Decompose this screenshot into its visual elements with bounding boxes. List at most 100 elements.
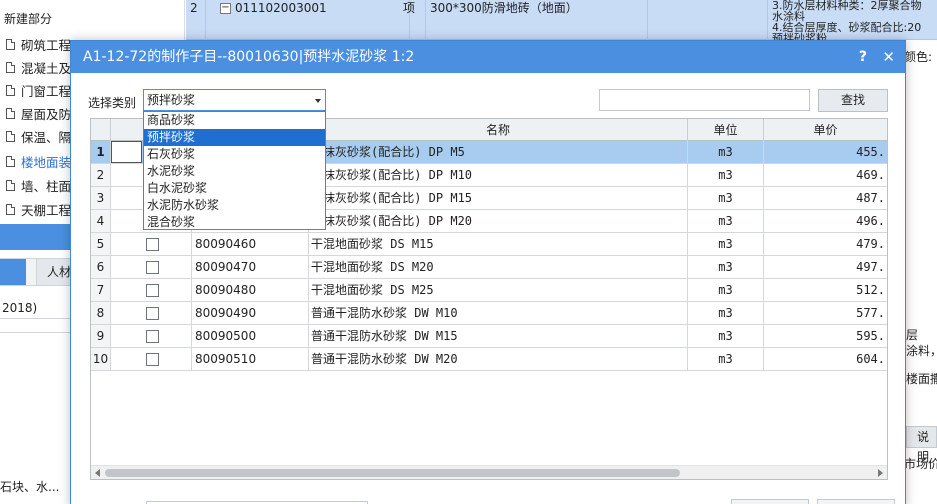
material-price: 604.	[856, 352, 885, 366]
market-price-label: 市场价	[904, 457, 937, 471]
material-unit: m3	[688, 348, 764, 370]
horizontal-scrollbar[interactable]	[91, 465, 887, 479]
right-pane-color: 颜色:	[904, 50, 933, 64]
collapse-icon[interactable]: −	[220, 3, 231, 14]
cell-editor[interactable]	[111, 141, 142, 163]
select-cell[interactable]	[111, 256, 192, 278]
material-name: 混抹灰砂浆(配合比) DP M10	[309, 164, 688, 186]
row-checkbox[interactable]	[146, 284, 159, 297]
row-checkbox[interactable]	[146, 307, 159, 320]
tab-active[interactable]	[0, 259, 26, 285]
scrollbar-thumb[interactable]	[105, 469, 680, 477]
category-option[interactable]: 白水泥砂浆	[144, 180, 325, 197]
chevron-down-icon[interactable]	[315, 99, 321, 103]
category-option[interactable]: 石灰砂浆	[144, 146, 325, 163]
header-rownum	[91, 119, 111, 141]
material-name: 混抹灰砂浆(配合比) DP M20	[309, 210, 688, 232]
search-input[interactable]	[599, 89, 810, 111]
bill-row-empty	[648, 0, 768, 40]
material-price: 512.	[856, 283, 885, 297]
tree-item[interactable]: 砌筑工程	[6, 34, 71, 54]
document-icon	[6, 107, 15, 119]
material-unit: m3	[688, 164, 764, 186]
category-option[interactable]: 商品砂浆	[144, 112, 325, 129]
table-row[interactable]: 6 80090470 干混地面砂浆 DS M20 m3 497.	[91, 256, 887, 279]
scroll-right-icon[interactable]	[878, 469, 883, 477]
material-code: 80090500	[192, 325, 309, 347]
category-option[interactable]: 水泥砂浆	[144, 163, 325, 180]
search-button[interactable]: 查找	[818, 89, 888, 112]
material-price: 497.	[856, 260, 885, 274]
row-number: 3	[91, 187, 111, 209]
tree-item[interactable]: 混凝土及	[6, 57, 71, 77]
material-name: 干混地面砂浆 DS M15	[309, 233, 688, 255]
material-unit: m3	[688, 325, 764, 347]
category-select[interactable]: 预拌砂浆	[143, 89, 326, 111]
material-code: 80090460	[192, 233, 309, 255]
tree-item[interactable]: 保温、隔	[6, 126, 71, 146]
tree-item-label: 混凝土及	[21, 60, 72, 76]
material-price: 479.	[856, 237, 885, 251]
material-name: 普通干混防水砂浆 DW M10	[309, 302, 688, 324]
close-icon[interactable]: ✕	[882, 41, 895, 73]
table-row[interactable]: 10 80090510 普通干混防水砂浆 DW M20 m3 604.	[91, 348, 887, 371]
select-cell[interactable]	[111, 233, 192, 255]
tree-item-label: 墙、柱面	[21, 178, 72, 194]
tree-item[interactable]: 楼地面装	[6, 151, 71, 171]
row-checkbox[interactable]	[146, 353, 159, 366]
dialog-footer-button-1[interactable]	[731, 499, 809, 504]
tree-item[interactable]: 门窗工程	[6, 80, 71, 100]
table-row[interactable]: 7 80090480 干混地面砂浆 DS M25 m3 512.	[91, 279, 887, 302]
tree-item-label: 天棚工程	[21, 202, 72, 218]
material-price: 455.	[856, 145, 885, 159]
select-cell[interactable]	[111, 279, 192, 301]
material-price: 595.	[856, 329, 885, 343]
material-price: 496.	[856, 214, 885, 228]
category-option[interactable]: 混合砂浆	[144, 214, 325, 231]
header-price[interactable]: 单价	[764, 119, 887, 141]
table-row[interactable]: 9 80090500 普通干混防水砂浆 DW M15 m3 595.	[91, 325, 887, 348]
material-name: 干混地面砂浆 DS M20	[309, 256, 688, 278]
bill-row[interactable]: 2 −011102003001 项 300*300防滑地砖（地面） 3.防水层材…	[186, 0, 937, 44]
category-selected-value: 预拌砂浆	[147, 93, 196, 107]
scroll-left-icon[interactable]	[95, 469, 100, 477]
material-name: 普通干混防水砂浆 DW M15	[309, 325, 688, 347]
material-price: 469.	[856, 168, 885, 182]
row-checkbox[interactable]	[146, 330, 159, 343]
category-option[interactable]: 预拌砂浆	[144, 129, 325, 146]
row-checkbox[interactable]	[146, 238, 159, 251]
category-dropdown-list: 商品砂浆 预拌砂浆 石灰砂浆 水泥砂浆 白水泥砂浆 水泥防水砂浆 混合砂浆	[143, 111, 326, 230]
bill-row-name: 300*300防滑地砖（地面）	[426, 0, 648, 40]
material-name: 普通干混防水砂浆 DW M20	[309, 348, 688, 370]
tree-item-label: 保温、隔	[21, 129, 72, 145]
row-number: 8	[91, 302, 111, 324]
tree-item-label: 楼地面装	[21, 154, 72, 170]
row-checkbox[interactable]	[146, 261, 159, 274]
category-option[interactable]: 水泥防水砂浆	[144, 197, 325, 214]
select-cell[interactable]	[111, 302, 192, 324]
table-row[interactable]: 8 80090490 普通干混防水砂浆 DW M10 m3 577.	[91, 302, 887, 325]
tree-item[interactable]: 天棚工程	[6, 199, 71, 219]
row-number: 10	[91, 348, 111, 370]
tree-item[interactable]: 屋面及防	[6, 103, 71, 123]
row-number: 9	[91, 325, 111, 347]
header-name[interactable]: 名称	[309, 119, 688, 141]
tree-item[interactable]: 墙、柱面	[6, 175, 71, 195]
header-unit[interactable]: 单位	[688, 119, 764, 141]
tree-root-label[interactable]: 新建部分	[4, 10, 52, 27]
description-tab[interactable]: 说明	[906, 426, 937, 464]
select-cell[interactable]	[111, 325, 192, 347]
dialog-footer-button-2[interactable]	[817, 499, 895, 504]
material-price: 487.	[856, 191, 885, 205]
right-pane-text-2: 涂料，找	[906, 344, 937, 358]
row-number: 5	[91, 233, 111, 255]
select-cell[interactable]	[111, 348, 192, 370]
divider	[0, 332, 70, 333]
help-icon[interactable]: ?	[859, 41, 867, 73]
material-code: 80090490	[192, 302, 309, 324]
material-unit: m3	[688, 210, 764, 232]
bill-row-unit: 项	[403, 1, 416, 15]
material-price: 577.	[856, 306, 885, 320]
dialog-title-bar[interactable]: A1-12-72的制作子目--80010630|预拌水泥砂浆 1:2 ? ✕	[71, 41, 905, 73]
table-row[interactable]: 5 80090460 干混地面砂浆 DS M15 m3 479.	[91, 233, 887, 256]
